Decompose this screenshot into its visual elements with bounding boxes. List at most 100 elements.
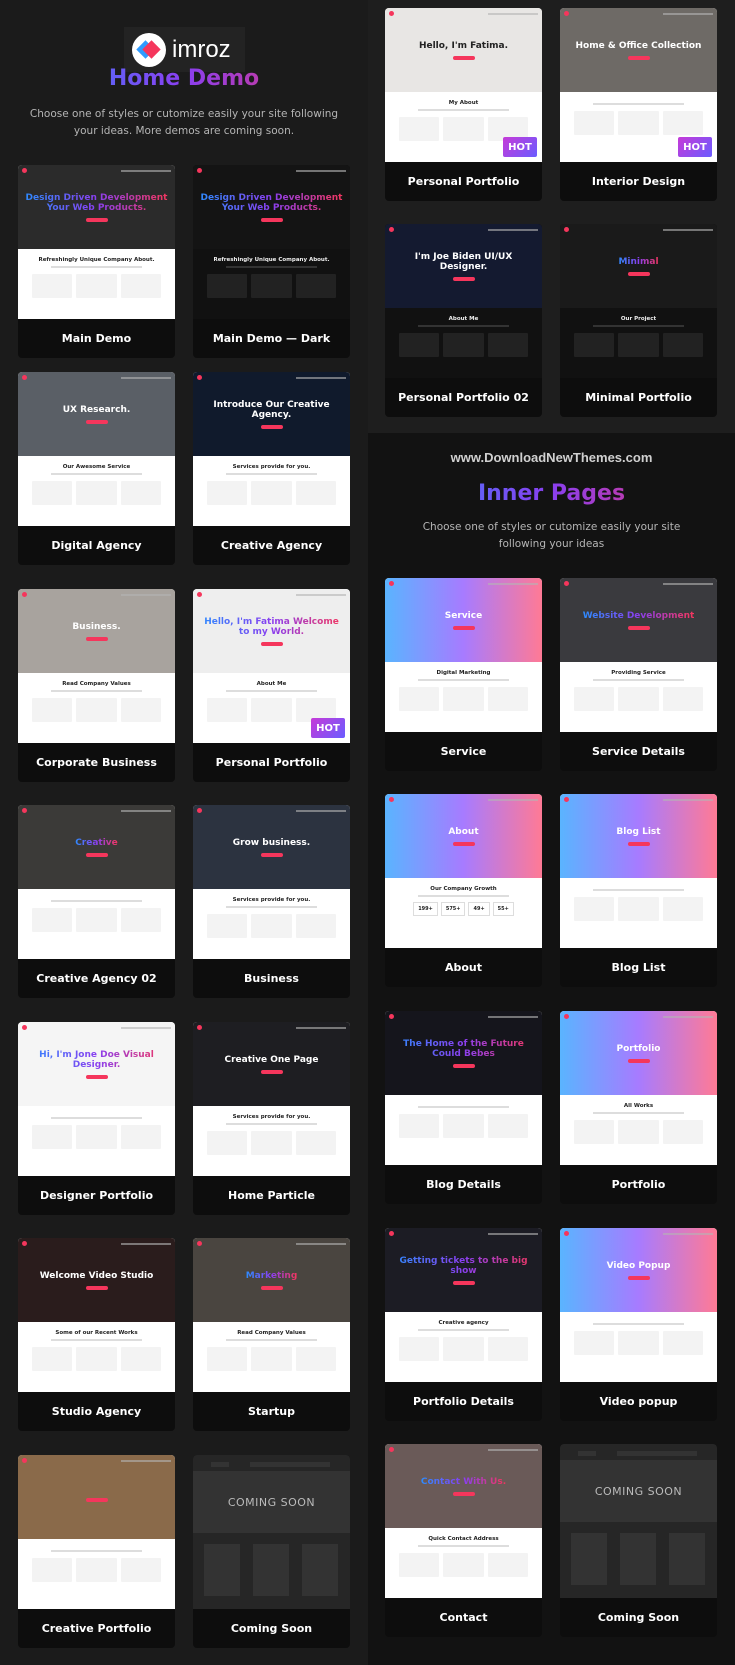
card-label[interactable]: Coming Soon — [560, 1598, 717, 1637]
demo-card-about[interactable]: About Our Company Growth 199+ 575+ 49+ 55+ Abo… — [385, 794, 542, 987]
card-preview[interactable]: Minimal Our Project — [560, 224, 717, 378]
card-label[interactable]: Portfolio — [560, 1165, 717, 1204]
preview-nav — [22, 808, 171, 813]
card-label[interactable]: About — [385, 948, 542, 987]
card-label[interactable]: Creative Portfolio — [18, 1609, 175, 1648]
demo-card-personal-portfolio-02[interactable]: I'm Joe Biden UI/UX Designer. About Me Per… — [385, 224, 542, 417]
card-preview[interactable]: COMING SOON — [560, 1444, 717, 1598]
demo-card-coming-soon[interactable]: COMING SOON Coming Soon — [560, 1444, 717, 1637]
demo-card-main-demo[interactable]: Design Driven Development Your Web Produ… — [18, 165, 175, 358]
card-preview[interactable]: The Home of the Future Could Bebes — [385, 1011, 542, 1165]
card-label[interactable]: Service Details — [560, 732, 717, 771]
card-preview[interactable]: Creative One Page Services provide for yo… — [193, 1022, 350, 1176]
demo-card-service[interactable]: Service Digital Marketing Service — [385, 578, 542, 771]
card-preview[interactable]: COMING SOON — [193, 1455, 350, 1609]
card-preview[interactable]: Portfolio All Works — [560, 1011, 717, 1165]
card-label[interactable]: Studio Agency — [18, 1392, 175, 1431]
demo-card-blog-list[interactable]: Blog List Blog List — [560, 794, 717, 987]
card-preview[interactable]: Grow business. Services provide for you. — [193, 805, 350, 959]
card-preview[interactable]: UX Research. Our Awesome Service — [18, 372, 175, 526]
demo-card-coming-soon[interactable]: COMING SOON Coming Soon — [193, 1455, 350, 1648]
demo-card-creative-agency[interactable]: Introduce Our Creative Agency. Services p… — [193, 372, 350, 565]
card-preview[interactable]: Introduce Our Creative Agency. Services p… — [193, 372, 350, 526]
card-label[interactable]: Business — [193, 959, 350, 998]
preview-card — [295, 481, 336, 505]
preview-logo-icon — [564, 11, 569, 16]
card-label[interactable]: Designer Portfolio — [18, 1176, 175, 1215]
card-label[interactable]: Home Particle — [193, 1176, 350, 1215]
card-preview[interactable]: Home & Office Collection HOT — [560, 8, 717, 162]
card-label[interactable]: Personal Portfolio — [385, 162, 542, 201]
demo-card-main-demo-dark[interactable]: Design Driven Development Your Web Produ… — [193, 165, 350, 358]
preview-card — [207, 274, 248, 298]
demo-card-contact[interactable]: Contact With Us. Quick Contact Address Con… — [385, 1444, 542, 1637]
demo-card-service-details[interactable]: Website Development Providing Service Serv… — [560, 578, 717, 771]
card-label[interactable]: Blog List — [560, 948, 717, 987]
card-label[interactable]: Coming Soon — [193, 1609, 350, 1648]
card-preview[interactable]: About Our Company Growth 199+ 575+ 49+ 55+ — [385, 794, 542, 948]
demo-card-creative-portfolio[interactable]: Creative Portfolio — [18, 1455, 175, 1648]
demo-card-digital-agency[interactable]: UX Research. Our Awesome Service Digital A… — [18, 372, 175, 565]
card-label[interactable]: Interior Design — [560, 162, 717, 201]
preview-content: About Me — [385, 308, 542, 378]
card-preview[interactable]: Marketing Read Company Values — [193, 1238, 350, 1392]
demo-card-portfolio-details[interactable]: Getting tickets to the big show Creative … — [385, 1228, 542, 1421]
demo-card-designer-portfolio[interactable]: Hi, I'm Jone Doe Visual Designer. Designe… — [18, 1022, 175, 1215]
preview-card — [662, 1120, 703, 1144]
preview-content: Our Company Growth 199+ 575+ 49+ 55+ — [385, 878, 542, 948]
preview-hero: Blog List — [560, 794, 717, 878]
card-label[interactable]: Contact — [385, 1598, 542, 1637]
card-label[interactable]: Corporate Business — [18, 743, 175, 782]
card-label[interactable]: Main Demo — Dark — [193, 319, 350, 358]
demo-card-blog-details[interactable]: The Home of the Future Could Bebes Blog D… — [385, 1011, 542, 1204]
card-preview[interactable]: Hello, I'm Fatima Welcome to my World. Ab… — [193, 589, 350, 743]
demo-card-home-particle[interactable]: Creative One Page Services provide for yo… — [193, 1022, 350, 1215]
card-label[interactable]: Personal Portfolio 02 — [385, 378, 542, 417]
card-label[interactable]: Blog Details — [385, 1165, 542, 1204]
card-preview[interactable]: Design Driven Development Your Web Produ… — [18, 165, 175, 319]
card-label[interactable]: Minimal Portfolio — [560, 378, 717, 417]
preview-nav — [564, 581, 713, 586]
card-preview[interactable]: Hi, I'm Jone Doe Visual Designer. — [18, 1022, 175, 1176]
demo-card-creative-agency-02[interactable]: Creative Creative Agency 02 — [18, 805, 175, 998]
card-preview[interactable]: Blog List — [560, 794, 717, 948]
card-label[interactable]: Portfolio Details — [385, 1382, 542, 1421]
card-preview[interactable]: Video Popup — [560, 1228, 717, 1382]
demo-card-interior-design[interactable]: Home & Office Collection HOT Interior Desi… — [560, 8, 717, 201]
demo-card-startup[interactable]: Marketing Read Company Values Startup — [193, 1238, 350, 1431]
preview-card — [251, 1131, 292, 1155]
card-label[interactable]: Digital Agency — [18, 526, 175, 565]
demo-card-video-popup[interactable]: Video Popup Video popup — [560, 1228, 717, 1421]
card-preview[interactable]: Getting tickets to the big show Creative … — [385, 1228, 542, 1382]
card-preview[interactable]: Welcome Video Studio Some of our Recent W… — [18, 1238, 175, 1392]
demo-card-personal-portfolio[interactable]: Hello, I'm Fatima. My About HOT Personal Po… — [385, 8, 542, 201]
card-preview[interactable]: Contact With Us. Quick Contact Address — [385, 1444, 542, 1598]
demo-card-minimal-portfolio[interactable]: Minimal Our Project Minimal Portfolio — [560, 224, 717, 417]
card-preview[interactable]: I'm Joe Biden UI/UX Designer. About Me — [385, 224, 542, 378]
preview-cta-button — [85, 852, 108, 857]
demo-card-studio-agency[interactable]: Welcome Video Studio Some of our Recent W… — [18, 1238, 175, 1431]
preview-logo-icon — [389, 797, 394, 802]
demo-card-corporate-business[interactable]: Business. Read Company Values Corporate Bu… — [18, 589, 175, 782]
card-preview[interactable] — [18, 1455, 175, 1609]
card-preview[interactable]: Website Development Providing Service — [560, 578, 717, 732]
demo-card-personal-portfolio[interactable]: Hello, I'm Fatima Welcome to my World. Ab… — [193, 589, 350, 782]
demo-card-portfolio[interactable]: Portfolio All Works Portfolio — [560, 1011, 717, 1204]
card-preview[interactable]: Business. Read Company Values — [18, 589, 175, 743]
card-preview[interactable]: Service Digital Marketing — [385, 578, 542, 732]
preview-card — [574, 897, 615, 921]
card-label[interactable]: Startup — [193, 1392, 350, 1431]
demo-card-business[interactable]: Grow business. Services provide for you. B… — [193, 805, 350, 998]
preview-logo-icon — [389, 1231, 394, 1236]
preview-logo-icon — [22, 592, 27, 597]
card-label[interactable]: Video popup — [560, 1382, 717, 1421]
card-label[interactable]: Creative Agency — [193, 526, 350, 565]
card-label[interactable]: Main Demo — [18, 319, 175, 358]
card-label[interactable]: Service — [385, 732, 542, 771]
card-label[interactable]: Personal Portfolio — [193, 743, 350, 782]
card-preview[interactable]: Design Driven Development Your Web Produ… — [193, 165, 350, 319]
card-preview[interactable]: Creative — [18, 805, 175, 959]
card-label[interactable]: Creative Agency 02 — [18, 959, 175, 998]
card-preview[interactable]: Hello, I'm Fatima. My About HOT — [385, 8, 542, 162]
preview-card — [207, 914, 248, 938]
